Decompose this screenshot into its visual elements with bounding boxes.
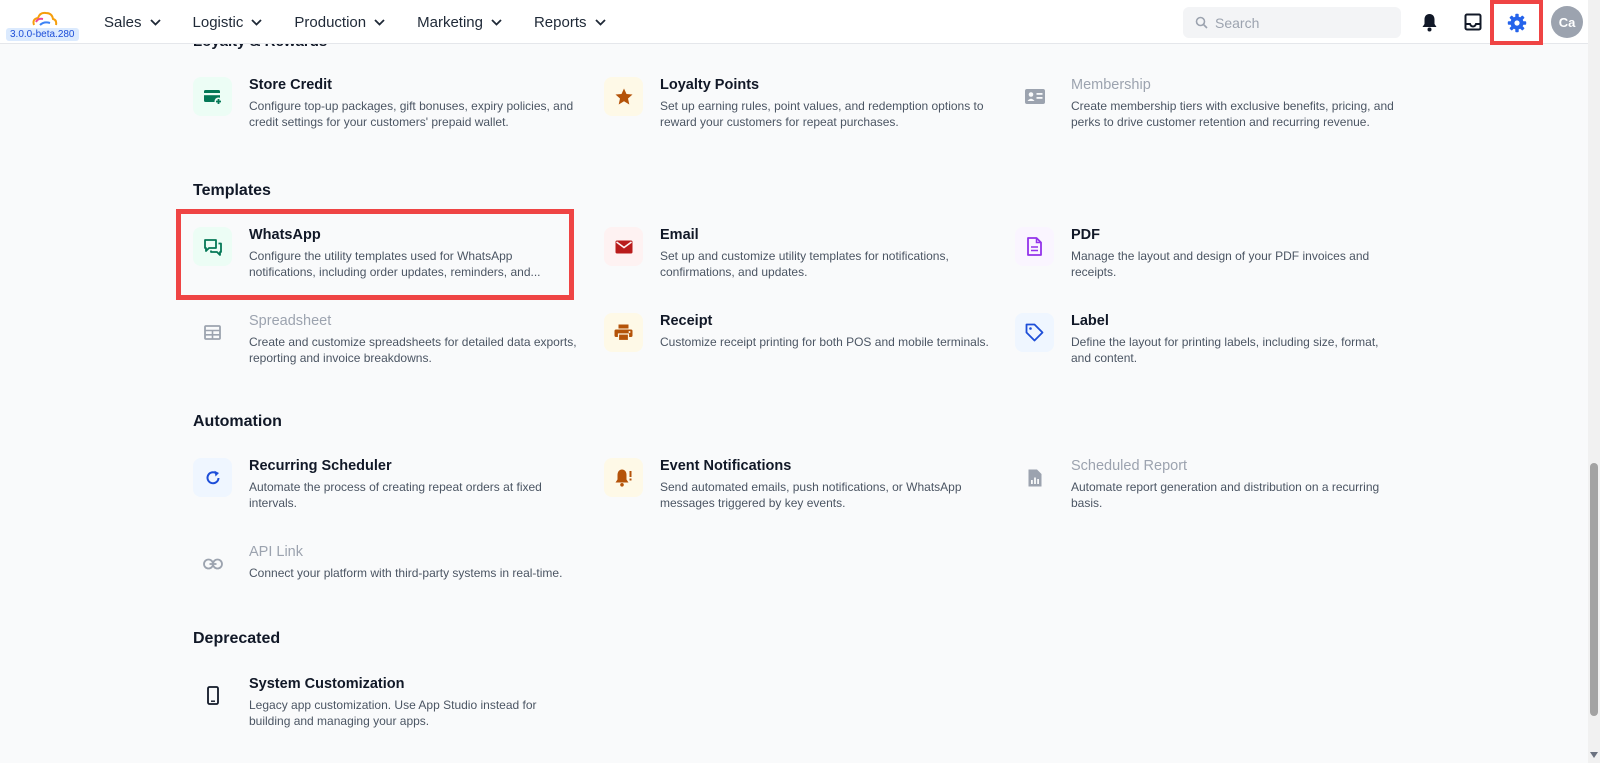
- card-title: Spreadsheet: [249, 313, 332, 329]
- card-event-notifications[interactable]: Event Notifications Send automated email…: [604, 458, 994, 530]
- inbox-button[interactable]: [1462, 11, 1484, 33]
- chevron-down-icon: [491, 18, 502, 26]
- card-title: Loyalty Points: [660, 77, 760, 93]
- card-pdf[interactable]: PDF Manage the layout and design of your…: [1015, 227, 1405, 299]
- chat-icon: [193, 227, 232, 266]
- search-icon: [1195, 16, 1208, 29]
- card-description: Customize receipt printing for both POS …: [660, 335, 989, 349]
- nav-marketing-label: Marketing: [417, 13, 483, 31]
- wallet-add-icon: [193, 77, 232, 116]
- card-description: Define the layout for printing labels, i…: [1071, 335, 1379, 365]
- card-title: API Link: [249, 544, 303, 560]
- card-description: Connect your platform with third-party s…: [249, 566, 563, 580]
- bell-alert-icon: [604, 458, 643, 497]
- nav-reports[interactable]: Reports: [534, 14, 606, 31]
- card-title: Store Credit: [249, 77, 332, 93]
- card-whatsapp[interactable]: WhatsApp Configure the utility templates…: [193, 227, 583, 299]
- tag-icon: [1015, 313, 1054, 352]
- card-description: Set up and customize utility templates f…: [660, 249, 949, 279]
- nav-production-label: Production: [294, 13, 367, 31]
- card-description: Send automated emails, push notification…: [660, 480, 962, 510]
- settings-button[interactable]: [1490, 0, 1543, 45]
- card-email[interactable]: Email Set up and customize utility templ…: [604, 227, 994, 299]
- card-description: Create and customize spreadsheets for de…: [249, 335, 577, 365]
- bell-icon: [1422, 13, 1436, 31]
- card-title: System Customization: [249, 676, 405, 692]
- id-card-icon: [1015, 77, 1054, 116]
- version-badge: 3.0.0-beta.280: [6, 28, 79, 41]
- nav-sales[interactable]: Sales: [104, 14, 161, 31]
- top-navigation-bar: 3.0.0-beta.280 Sales Logistic Production…: [0, 0, 1588, 45]
- card-description: Automate report generation and distribut…: [1071, 480, 1380, 510]
- section-title-automation: Automation: [193, 413, 282, 430]
- chevron-down-icon: [251, 18, 263, 26]
- card-store-credit[interactable]: Store Credit Configure top-up packages, …: [193, 77, 583, 149]
- notifications-button[interactable]: [1418, 11, 1440, 33]
- card-description: Configure the utility templates used for…: [249, 249, 541, 279]
- card-label[interactable]: Label Define the layout for printing lab…: [1015, 313, 1405, 385]
- section-title-deprecated: Deprecated: [193, 630, 281, 647]
- link-icon: [193, 544, 232, 583]
- chevron-down-icon: [374, 18, 385, 26]
- card-title: Membership: [1071, 77, 1151, 93]
- mail-icon: [604, 227, 643, 266]
- nav-marketing[interactable]: Marketing: [417, 14, 502, 31]
- search-box: [1183, 7, 1401, 38]
- scrollbar[interactable]: [1588, 0, 1600, 763]
- report-icon: [1015, 458, 1054, 497]
- card-title: Label: [1071, 313, 1109, 329]
- gear-icon: [1507, 13, 1526, 32]
- scroll-down-arrow-icon[interactable]: [1590, 752, 1598, 758]
- card-receipt[interactable]: Receipt Customize receipt printing for b…: [604, 313, 994, 385]
- chevron-down-icon: [149, 18, 161, 26]
- card-description: Automate the process of creating repeat …: [249, 480, 542, 510]
- card-scheduled-report[interactable]: Scheduled Report Automate report generat…: [1015, 458, 1405, 530]
- card-recurring-scheduler[interactable]: Recurring Scheduler Automate the process…: [193, 458, 583, 530]
- document-icon: [1015, 227, 1054, 266]
- main-nav: Sales Logistic Production Marketing Repo…: [104, 0, 638, 44]
- printer-icon: [604, 313, 643, 352]
- card-spreadsheet[interactable]: Spreadsheet Create and customize spreads…: [193, 313, 583, 385]
- chevron-down-icon: [594, 18, 606, 26]
- card-title: Email: [660, 227, 699, 243]
- card-description: Legacy app customization. Use App Studio…: [249, 698, 537, 728]
- user-avatar[interactable]: Ca: [1551, 6, 1583, 38]
- card-title: Scheduled Report: [1071, 458, 1188, 474]
- card-description: Create membership tiers with exclusive b…: [1071, 99, 1394, 129]
- nav-reports-label: Reports: [533, 13, 587, 31]
- card-title: PDF: [1071, 227, 1100, 243]
- search-input[interactable]: [1215, 7, 1395, 38]
- refresh-icon: [193, 458, 232, 497]
- card-title: Recurring Scheduler: [249, 458, 392, 474]
- scrollbar-thumb[interactable]: [1590, 463, 1598, 716]
- inbox-icon: [1464, 13, 1482, 31]
- card-title: WhatsApp: [249, 227, 321, 243]
- nav-sales-label: Sales: [104, 13, 142, 31]
- nav-logistic-label: Logistic: [192, 13, 244, 31]
- table-icon: [193, 313, 232, 352]
- card-description: Manage the layout and design of your PDF…: [1071, 249, 1370, 279]
- card-title: Receipt: [660, 313, 713, 329]
- card-description: Set up earning rules, point values, and …: [660, 99, 984, 129]
- card-membership[interactable]: Membership Create membership tiers with …: [1015, 77, 1405, 149]
- card-loyalty-points[interactable]: Loyalty Points Set up earning rules, poi…: [604, 77, 994, 149]
- star-icon: [604, 77, 643, 116]
- phone-icon: [193, 676, 232, 715]
- app-logo-icon[interactable]: [30, 10, 58, 30]
- card-title: Event Notifications: [660, 458, 792, 474]
- card-description: Configure top-up packages, gift bonuses,…: [249, 99, 574, 129]
- card-api-link[interactable]: API Link Connect your platform with thir…: [193, 544, 583, 616]
- card-system-customization[interactable]: System Customization Legacy app customiz…: [193, 676, 583, 748]
- nav-logistic[interactable]: Logistic: [193, 14, 263, 31]
- section-title-templates: Templates: [193, 182, 271, 199]
- nav-production[interactable]: Production: [294, 14, 385, 31]
